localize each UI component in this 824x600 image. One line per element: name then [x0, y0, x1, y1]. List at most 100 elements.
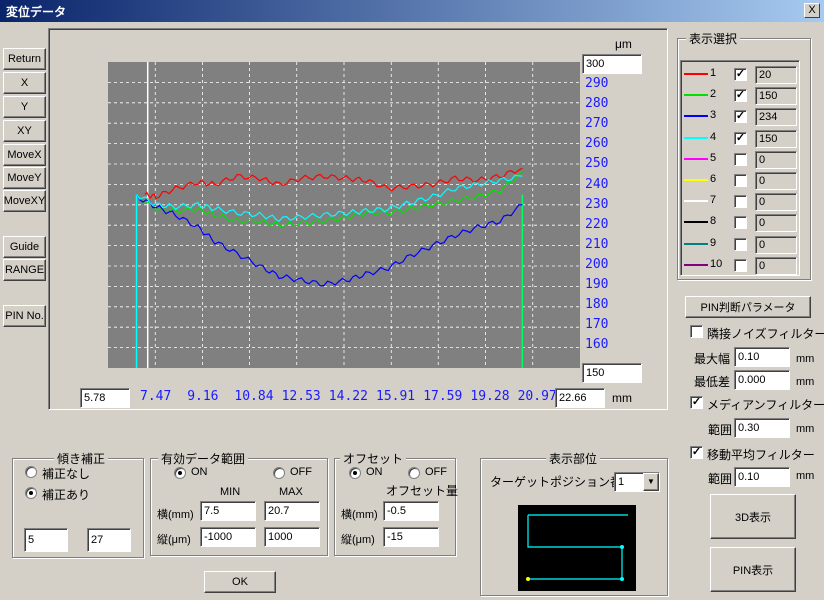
- valid-off-radio[interactable]: [273, 467, 285, 479]
- median-range-label: 範囲: [708, 423, 733, 437]
- series-number: 8: [710, 215, 717, 228]
- x-tick-label: 14.22: [328, 389, 368, 404]
- offset-v-input[interactable]: -15: [383, 527, 439, 547]
- y-tick-label: 170: [585, 317, 609, 333]
- y-tick-label: 160: [585, 337, 609, 353]
- y-tick-label: 180: [585, 297, 609, 313]
- offset-h-input[interactable]: -0.5: [383, 501, 439, 521]
- left-button-x[interactable]: X: [3, 72, 46, 94]
- show-3d-button[interactable]: 3D表示: [710, 494, 796, 539]
- offset-on-label: ON: [366, 466, 383, 478]
- left-button-return[interactable]: Return: [3, 48, 46, 70]
- y-tick-label: 280: [585, 96, 609, 112]
- x-max-input[interactable]: 22.66: [555, 388, 605, 408]
- series-number: 6: [710, 173, 717, 185]
- left-button-guide[interactable]: Guide: [3, 236, 46, 258]
- series-value-field[interactable]: 20: [755, 66, 797, 84]
- series-color-swatch: [684, 242, 708, 245]
- series-value-field[interactable]: 0: [755, 256, 797, 275]
- series-value-field[interactable]: 0: [755, 193, 797, 212]
- series-visible-checkbox[interactable]: [734, 174, 747, 187]
- series-visible-checkbox[interactable]: ✓: [734, 110, 747, 124]
- valid-row1-label: 横(mm): [157, 509, 194, 521]
- y-tick-label: 250: [585, 156, 609, 172]
- close-icon: X: [808, 4, 816, 16]
- dropdown-arrow-icon[interactable]: ▼: [643, 473, 659, 491]
- max-width-unit: mm: [796, 353, 815, 365]
- x-tick-label: 12.53: [281, 389, 321, 404]
- tilt-value-1[interactable]: 5: [24, 528, 68, 552]
- valid-v-max-input[interactable]: 1000: [264, 527, 320, 547]
- left-button-xy[interactable]: XY: [3, 120, 46, 142]
- series-visible-checkbox[interactable]: ✓: [734, 131, 747, 145]
- tilt-none-label: 補正なし: [42, 467, 91, 481]
- series-value-field[interactable]: 150: [755, 129, 797, 148]
- y-tick-label: 240: [585, 176, 609, 192]
- series-visible-checkbox[interactable]: [734, 258, 747, 272]
- series-value-field[interactable]: 150: [755, 87, 797, 106]
- median-filter-checkbox[interactable]: ✓: [690, 396, 703, 409]
- noise-filter-checkbox[interactable]: [690, 325, 703, 338]
- median-range-input[interactable]: 0.30: [734, 418, 790, 438]
- series-visible-checkbox[interactable]: [734, 195, 747, 209]
- y-max-input[interactable]: 300: [582, 54, 642, 74]
- x-min-input[interactable]: 5.78: [80, 388, 130, 408]
- series-visible-checkbox[interactable]: [734, 237, 747, 251]
- left-button-movey[interactable]: MoveY: [3, 167, 46, 189]
- ok-button[interactable]: OK: [204, 571, 276, 593]
- y-tick-label: 230: [585, 196, 609, 212]
- series-number: 2: [710, 88, 717, 101]
- valid-on-radio[interactable]: [174, 467, 186, 479]
- position-map: [518, 505, 636, 591]
- left-button-y[interactable]: Y: [3, 96, 46, 118]
- valid-range-title: 有効データ範囲: [158, 450, 249, 467]
- median-range-unit: mm: [796, 423, 815, 435]
- tilt-value-2[interactable]: 27: [87, 528, 131, 552]
- y-unit-label: μm: [615, 37, 632, 51]
- moving-avg-checkbox[interactable]: ✓: [690, 446, 703, 459]
- max-width-input[interactable]: 0.10: [734, 347, 790, 367]
- left-button-pin-no[interactable]: PIN No.: [3, 305, 46, 327]
- close-button[interactable]: X: [804, 3, 820, 18]
- series-value-field[interactable]: 234: [755, 108, 797, 127]
- show-pin-button[interactable]: PIN表示: [710, 547, 796, 592]
- target-position-value: 1: [618, 476, 625, 488]
- offset-off-label: OFF: [425, 466, 447, 478]
- x-tick-label: 7.47: [140, 389, 172, 404]
- left-button-range[interactable]: RANGE: [3, 259, 46, 281]
- displacement-plot: [108, 62, 580, 368]
- series-visible-checkbox[interactable]: [734, 152, 747, 166]
- series-value-field[interactable]: 0: [755, 172, 797, 190]
- series-visible-checkbox[interactable]: ✓: [734, 89, 747, 103]
- valid-on-label: ON: [191, 466, 208, 478]
- series-number: 1: [710, 67, 717, 79]
- valid-h-max-input[interactable]: 20.7: [264, 501, 320, 521]
- series-color-swatch: [684, 221, 708, 224]
- moving-avg-range-unit: mm: [796, 470, 815, 482]
- series-visible-checkbox[interactable]: [734, 216, 747, 230]
- target-position-label: ターゲットポジション番号: [490, 475, 635, 489]
- series-value-field[interactable]: 0: [755, 150, 797, 169]
- series-value-field[interactable]: 0: [755, 214, 797, 233]
- y-tick-label: 200: [585, 256, 609, 272]
- tilt-none-radio[interactable]: [25, 466, 37, 478]
- valid-v-min-input[interactable]: -1000: [200, 527, 256, 547]
- tilt-with-radio[interactable]: [25, 487, 37, 499]
- moving-avg-range-label: 範囲: [708, 472, 733, 486]
- pin-params-button[interactable]: PIN判断パラメータ: [685, 296, 811, 318]
- y-min-input[interactable]: 150: [582, 363, 642, 383]
- series-value-field[interactable]: 0: [755, 235, 797, 254]
- offset-off-radio[interactable]: [408, 467, 420, 479]
- left-button-movexy[interactable]: MoveXY: [3, 190, 46, 212]
- series-visible-checkbox[interactable]: ✓: [734, 68, 747, 81]
- valid-h-min-input[interactable]: 7.5: [200, 501, 256, 521]
- min-diff-input[interactable]: 0.000: [734, 370, 790, 390]
- y-tick-label: 290: [585, 76, 609, 91]
- series-number: 3: [710, 109, 717, 122]
- moving-avg-range-input[interactable]: 0.10: [734, 467, 790, 487]
- left-button-movex[interactable]: MoveX: [3, 144, 46, 166]
- series-color-swatch: [684, 200, 708, 203]
- offset-on-radio[interactable]: [349, 467, 361, 479]
- target-position-select[interactable]: 1 ▼: [614, 472, 660, 492]
- series-color-swatch: [684, 94, 708, 97]
